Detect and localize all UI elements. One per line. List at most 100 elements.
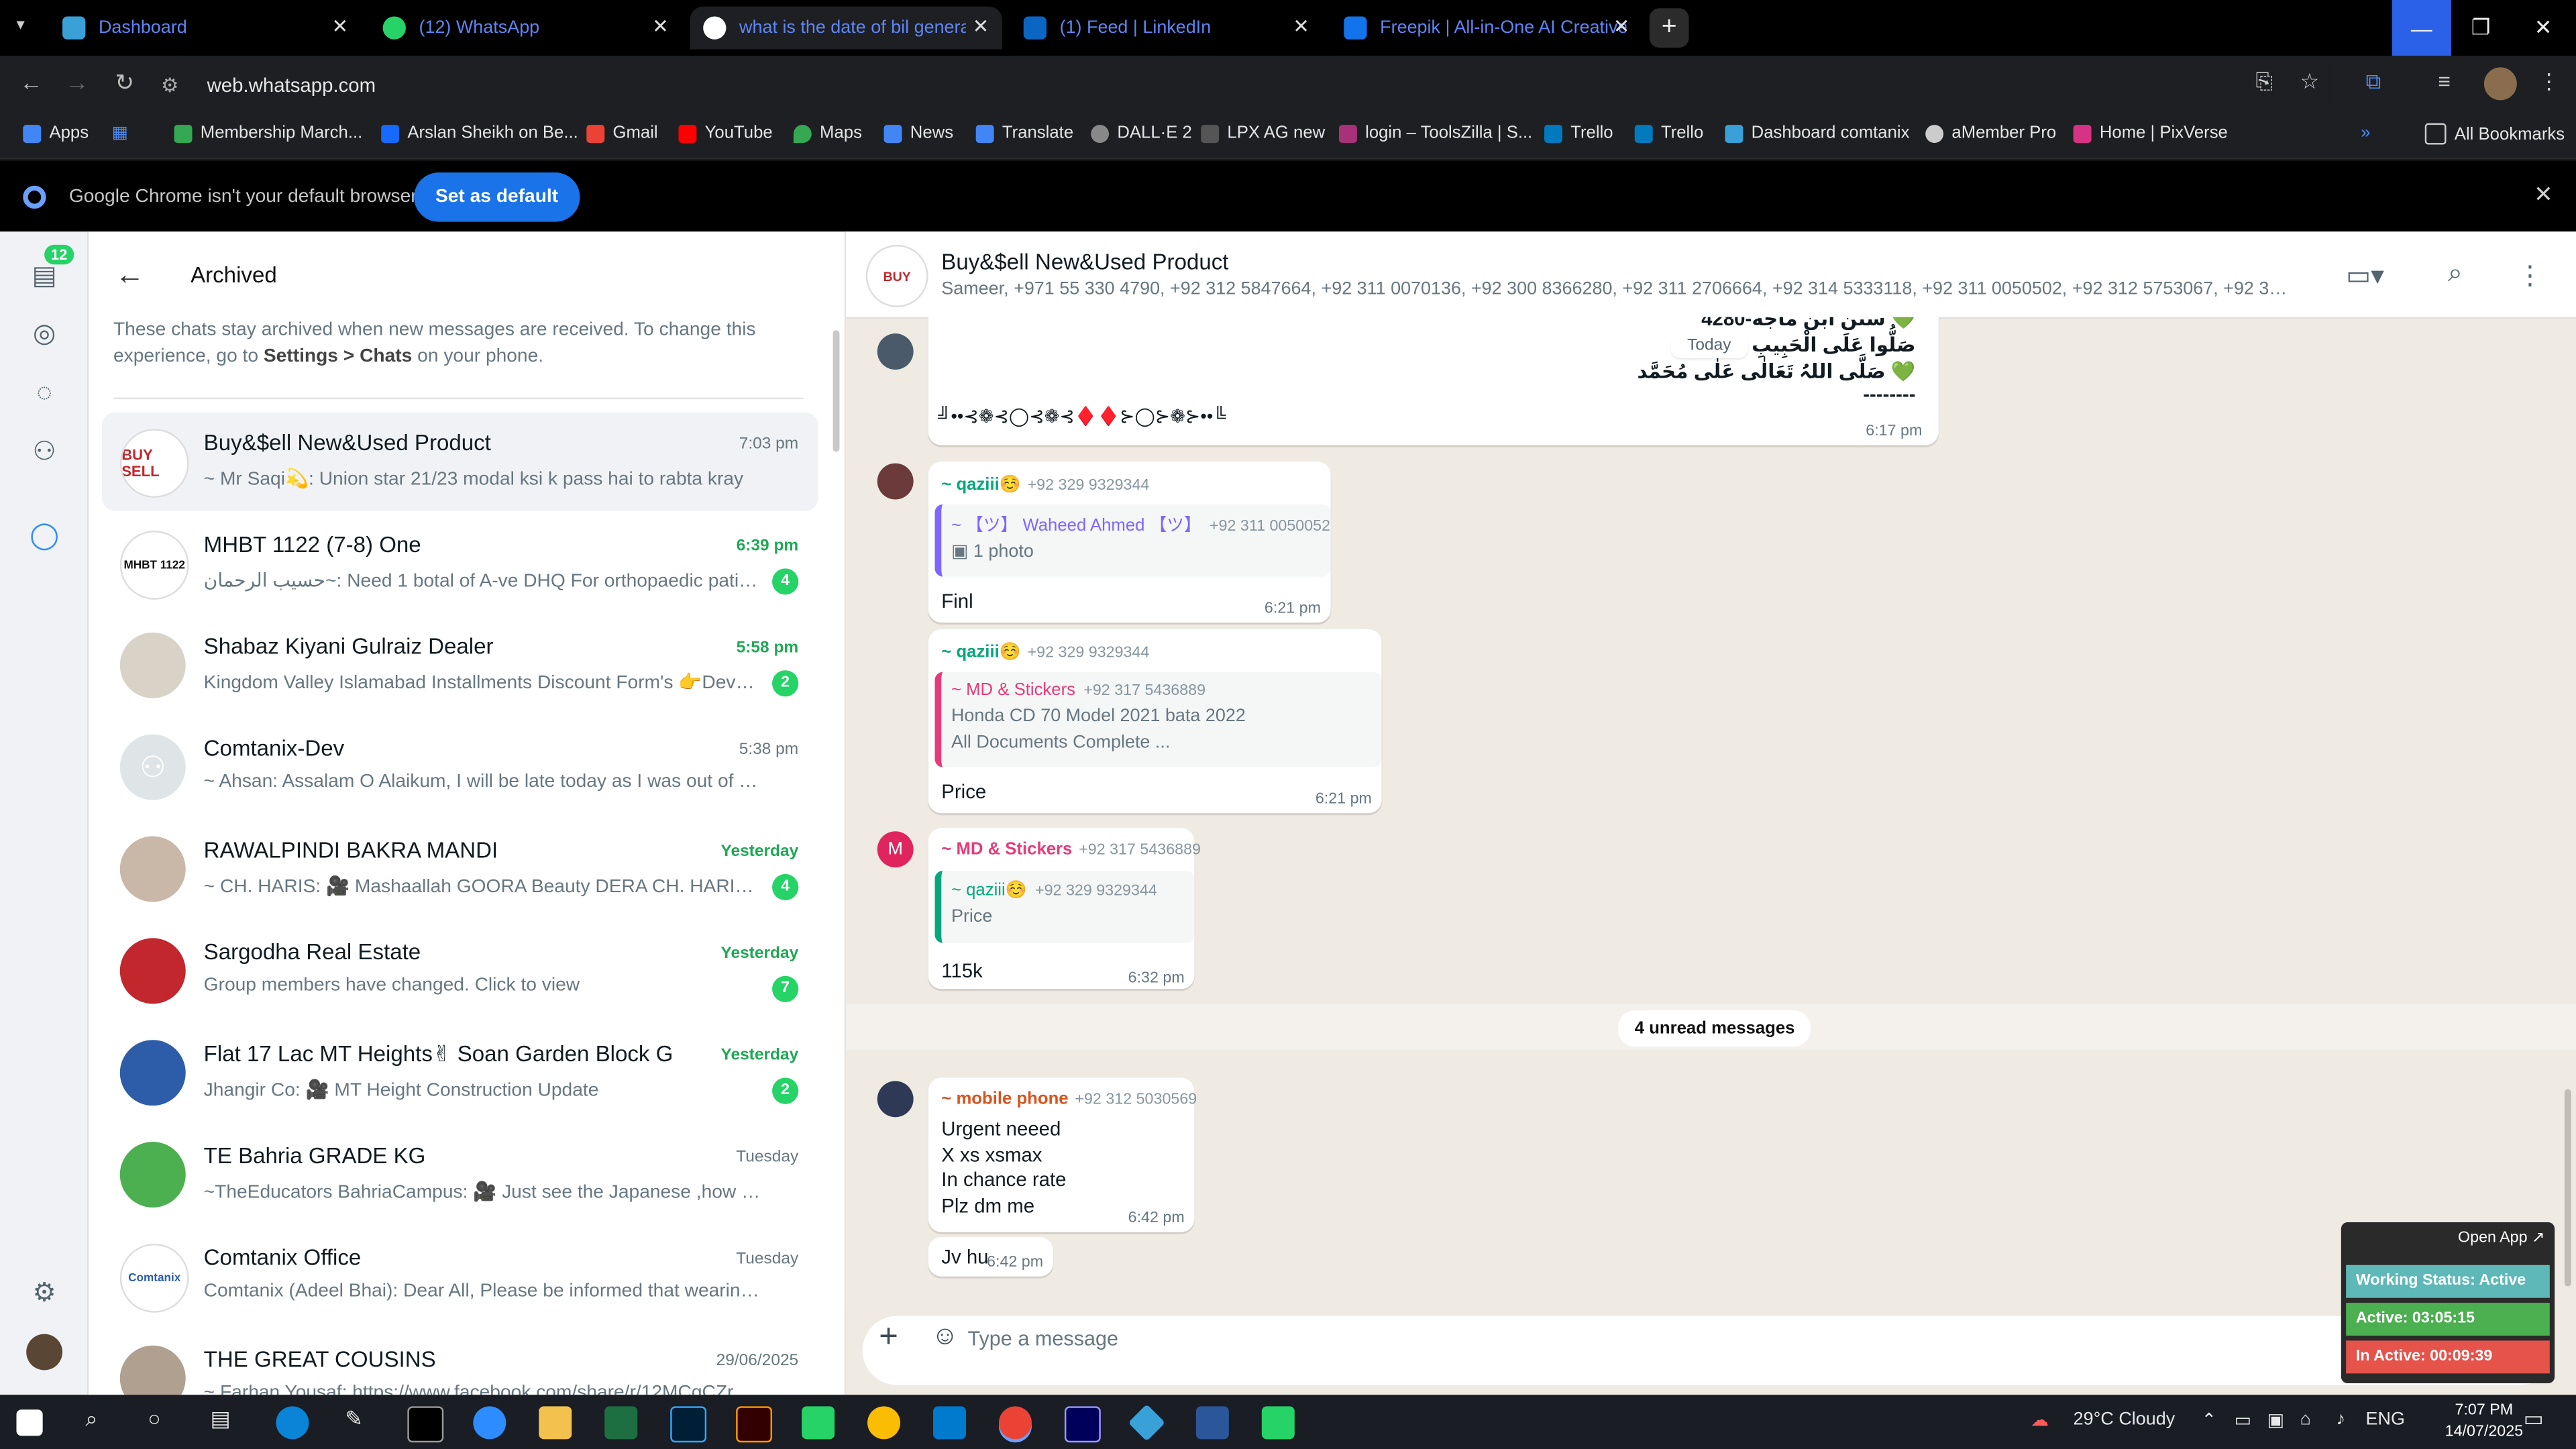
bookmark-star-icon[interactable]: ☆: [2300, 69, 2320, 95]
chat-row-buy-sell[interactable]: BUY SELL Buy&$ell New&Used Product 7:03 …: [101, 412, 818, 511]
chat-list-scrollbar[interactable]: [833, 330, 840, 452]
excel-icon[interactable]: [604, 1406, 638, 1440]
bookmark-behance[interactable]: Arslan Sheikh on Be...: [381, 123, 578, 143]
app-diamond-icon[interactable]: [1128, 1404, 1166, 1442]
site-info-icon[interactable]: ⚙: [161, 74, 187, 97]
tab-google-search[interactable]: what is the date of bil generatio ✕: [690, 6, 1002, 50]
restore-window-button[interactable]: ❐: [2451, 0, 2510, 56]
back-arrow-icon[interactable]: ←: [115, 257, 144, 291]
sender-name[interactable]: ~ mobile phone: [941, 1089, 1068, 1109]
chat-row-shabaz[interactable]: Shabaz Kiyani Gulraiz Dealer 5:58 pm Kin…: [102, 616, 818, 714]
bookmark-amember[interactable]: aMember Pro: [1925, 123, 2056, 143]
chat-row-great-cousins[interactable]: THE GREAT COUSINS 29/06/2025 ~ Farhan Yo…: [102, 1329, 818, 1395]
tab-freepik[interactable]: Freepik | All-in-One AI Creative ✕: [1331, 7, 1643, 50]
bookmark-toolszilla[interactable]: login – ToolsZilla | S...: [1338, 123, 1532, 143]
minimize-window-button[interactable]: —: [2392, 0, 2451, 56]
tab-search-icon[interactable]: ▾: [16, 16, 24, 34]
weather-icon[interactable]: ☁: [2031, 1409, 2049, 1431]
message-scrollbar[interactable]: [2564, 1089, 2571, 1287]
profile-avatar[interactable]: [26, 1334, 63, 1371]
chat-row-comtanix-office[interactable]: Comtanix Comtanix Office Tuesday Comtani…: [102, 1227, 818, 1326]
terminal-icon[interactable]: [407, 1406, 444, 1443]
settings-gear-icon[interactable]: ⚙: [26, 1275, 62, 1311]
weather-text[interactable]: 29°C Cloudy: [2074, 1409, 2176, 1429]
whatsapp-app-icon-2[interactable]: [1261, 1406, 1295, 1440]
new-tab-button[interactable]: +: [1649, 8, 1689, 48]
bookmark-trello-1[interactable]: Trello: [1544, 123, 1613, 143]
network-icon[interactable]: ⌂: [2300, 1409, 2311, 1429]
bookmark-pixverse[interactable]: Home | PixVerse: [2073, 123, 2228, 143]
close-banner-icon[interactable]: ✕: [2534, 180, 2553, 209]
forward-icon[interactable]: →: [66, 69, 89, 95]
extensions-icon[interactable]: ⧉: [2366, 69, 2381, 95]
profile-avatar[interactable]: [2483, 67, 2517, 101]
close-tab-icon[interactable]: ✕: [332, 15, 349, 38]
quoted-message[interactable]: ~ MD & Stickers +92 317 5436889 Honda CD …: [934, 672, 1382, 767]
volume-icon[interactable]: ♪: [2336, 1409, 2345, 1429]
whatsapp-app-icon[interactable]: [802, 1406, 835, 1440]
sticker-icon[interactable]: ☺: [932, 1322, 959, 1352]
quoted-message[interactable]: ~ qaziii☺️ +92 329 9329344 Price: [934, 870, 1195, 943]
bookmark-dalle[interactable]: DALL·E 2: [1091, 123, 1192, 143]
message-bubble[interactable]: ~ MD & Stickers +92 317 5436889 ~ qaziii☺…: [928, 828, 1201, 989]
bookmark-translate[interactable]: Translate: [975, 123, 1073, 143]
vscode-icon[interactable]: [933, 1406, 967, 1440]
edge-icon[interactable]: [276, 1406, 309, 1440]
message-bubble[interactable]: ~ qaziii☺️ +92 329 9329344 ~ 【ツ】 Waheed A…: [928, 462, 1331, 623]
chat-row-flat-mt-heights[interactable]: Flat 17 Lac MT Heights✌ Soan Garden Bloc…: [102, 1024, 818, 1122]
sender-avatar[interactable]: [877, 1081, 914, 1118]
media-controls-icon[interactable]: ≡: [2438, 69, 2451, 94]
premiere-icon[interactable]: [1064, 1406, 1101, 1443]
tab-groups-icon[interactable]: ▦: [112, 123, 128, 143]
chrome-active-icon[interactable]: [998, 1406, 1032, 1440]
system-clock[interactable]: 7:07 PM 14/07/2025: [2434, 1400, 2533, 1443]
close-tab-icon[interactable]: ✕: [652, 15, 669, 38]
status-icon[interactable]: ◎: [26, 315, 62, 352]
more-bookmarks-icon[interactable]: »: [2361, 123, 2370, 143]
photoshop-icon[interactable]: [670, 1406, 707, 1443]
attach-plus-icon[interactable]: +: [879, 1320, 898, 1357]
bookmark-lpx[interactable]: LPX AG new: [1201, 123, 1325, 143]
message-bubble[interactable]: ~ qaziii☺️ +92 329 9329344 ~ MD & Sticker…: [928, 629, 1382, 814]
back-icon[interactable]: ←: [19, 69, 42, 95]
set-as-default-button[interactable]: Set as default: [414, 172, 580, 222]
illustrator-icon[interactable]: [736, 1406, 773, 1443]
open-app-link[interactable]: Open App ↗: [2458, 1229, 2544, 1247]
notifications-icon[interactable]: ▭: [2524, 1406, 2544, 1432]
chat-row-sargodha[interactable]: Sargodha Real Estate Yesterday Group mem…: [102, 922, 818, 1020]
channels-icon[interactable]: ◌: [26, 376, 62, 413]
meet-icon[interactable]: ▭: [2235, 1409, 2251, 1431]
chat-row-mhbt[interactable]: MHBT 1122 MHBT 1122 (7-8) One 6:39 pm حس…: [102, 515, 818, 613]
close-window-button[interactable]: ✕: [2514, 0, 2573, 56]
bookmark-apps[interactable]: Apps: [23, 123, 89, 143]
all-bookmarks[interactable]: All Bookmarks: [2424, 123, 2565, 145]
group-avatar[interactable]: BUY: [865, 244, 928, 307]
message-bubble[interactable]: ~ mobile phone +92 312 5030569 Urgent nee…: [928, 1077, 1197, 1232]
search-icon[interactable]: ⌕: [2448, 260, 2463, 289]
tab-whatsapp[interactable]: (12) WhatsApp ✕: [370, 7, 682, 50]
conversation-header[interactable]: BUY Buy&$ell New&Used Product Sameer, +9…: [846, 231, 2576, 319]
menu-kebab-icon[interactable]: ⋮: [2517, 260, 2543, 292]
sender-avatar[interactable]: [877, 463, 914, 500]
quoted-message[interactable]: ~ 【ツ】 Waheed Ahmed 【ツ】 +92 311 0050052 ▣ …: [934, 504, 1331, 577]
bookmark-gmail[interactable]: Gmail: [586, 123, 658, 143]
reload-icon[interactable]: ↻: [115, 69, 134, 97]
bookmark-news[interactable]: News: [883, 123, 953, 143]
language-indicator[interactable]: ENG: [2366, 1409, 2405, 1429]
chat-row-bakra-mandi[interactable]: RAWALPINDI BAKRA MANDI Yesterday ~ CH. H…: [102, 820, 818, 918]
message-input[interactable]: Type a message: [967, 1328, 1118, 1350]
close-tab-icon[interactable]: ✕: [1293, 15, 1309, 38]
search-icon[interactable]: ⌕: [85, 1406, 97, 1432]
sender-avatar[interactable]: M: [877, 831, 914, 868]
video-call-icon[interactable]: ▭▾: [2346, 260, 2384, 292]
screen-icon[interactable]: ▣: [2267, 1409, 2284, 1431]
cortana-icon[interactable]: ○: [148, 1406, 160, 1431]
bookmark-membership[interactable]: Membership March...: [174, 123, 362, 143]
tab-linkedin[interactable]: (1) Feed | LinkedIn ✕: [1010, 7, 1322, 50]
bookmark-maps[interactable]: Maps: [793, 123, 862, 143]
install-app-icon[interactable]: ⎘: [2255, 69, 2272, 95]
communities-icon[interactable]: ⚇: [26, 434, 62, 470]
address-bar[interactable]: ⚙ web.whatsapp.com: [161, 62, 2330, 109]
bookmark-dashboard-comtanix[interactable]: Dashboard comtanix: [1725, 123, 1910, 143]
windows-start-icon[interactable]: [16, 1409, 43, 1436]
